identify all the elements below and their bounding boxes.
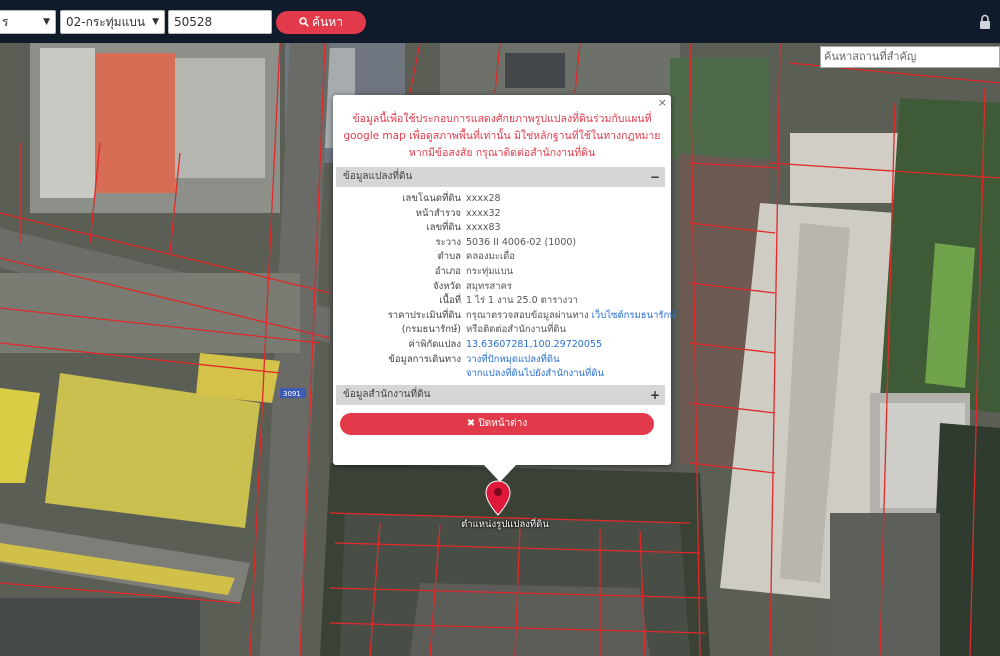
detail-row: เนื้อที่ 1 ไร่ 1 งาน 25.0 ตารางวา bbox=[336, 294, 665, 309]
close-window-label: ปิดหน้าต่าง bbox=[478, 418, 528, 429]
map-marker-icon[interactable] bbox=[485, 480, 511, 516]
lock-icon[interactable] bbox=[978, 14, 992, 30]
close-icon: ✖ bbox=[466, 418, 476, 429]
district-value: 02-กระทุ่มแบน bbox=[66, 15, 146, 29]
parcel-info-popup: × ข้อมูลนี้เพื่อใช้ประกอบการแสดงศักยภาพร… bbox=[333, 95, 676, 465]
close-icon[interactable]: × bbox=[658, 96, 667, 109]
section-title: ข้อมูลสำนักงานที่ดิน bbox=[343, 389, 431, 400]
detail-link[interactable]: 13.63607281,100.29720055 bbox=[466, 339, 602, 350]
chevron-down-icon: ▼ bbox=[152, 17, 159, 27]
detail-row: เลขที่ดิน xxxx83 bbox=[336, 221, 665, 236]
collapse-icon[interactable]: − bbox=[650, 167, 660, 187]
place-search-input[interactable]: ค้นหาสถานที่สำคัญ bbox=[820, 46, 1000, 68]
detail-label: เลขที่ดิน bbox=[426, 222, 462, 234]
detail-row: หน้าสำรวจ xxxx32 bbox=[336, 207, 665, 222]
detail-row: ค่าพิกัดแปลง 13.63607281,100.29720055 bbox=[336, 338, 665, 353]
detail-value-text: สมุทรสาคร bbox=[466, 280, 513, 292]
detail-value: xxxx28 bbox=[466, 192, 501, 207]
detail-label: อำเภอ bbox=[434, 265, 461, 277]
search-button[interactable]: ค้นหา bbox=[276, 11, 366, 34]
detail-value-text: xxxx28 bbox=[466, 193, 501, 204]
parcel-info-section-header[interactable]: ข้อมูลแปลงที่ดิน − bbox=[336, 167, 665, 187]
road-number: 3091 bbox=[283, 390, 301, 398]
detail-link[interactable]: จากแปลงที่ดินไปยังสำนักงานที่ดิน bbox=[466, 368, 604, 379]
close-window-button[interactable]: ✖ ปิดหน้าต่าง bbox=[340, 413, 654, 435]
detail-value: จากแปลงที่ดินไปยังสำนักงานที่ดิน bbox=[466, 367, 604, 382]
detail-value: 13.63607281,100.29720055 bbox=[466, 338, 602, 353]
detail-label: ราคาประเมินที่ดิน bbox=[387, 309, 461, 321]
search-button-label: ค้นหา bbox=[312, 15, 343, 29]
detail-value-text: กระทุ่มแบน bbox=[466, 265, 514, 277]
detail-row: (กรมธนารักษ์) หรือติดต่อสำนักงานที่ดิน bbox=[336, 323, 665, 338]
detail-value: 1 ไร่ 1 งาน 25.0 ตารางวา bbox=[466, 294, 578, 309]
land-office-section-header[interactable]: ข้อมูลสำนักงานที่ดิน + bbox=[336, 385, 665, 405]
detail-value-text: คลองมะเดื่อ bbox=[466, 251, 516, 263]
province-value: ร bbox=[2, 15, 9, 29]
disclaimer-note: ข้อมูลนี้เพื่อใช้ประกอบการแสดงศักยภาพรูป… bbox=[343, 113, 661, 159]
detail-value: คลองมะเดื่อ bbox=[466, 250, 515, 265]
place-search-placeholder: ค้นหาสถานที่สำคัญ bbox=[824, 50, 917, 63]
detail-value-text: หรือติดต่อสำนักงานที่ดิน bbox=[466, 324, 567, 336]
parcel-number-value: 50528 bbox=[174, 15, 213, 29]
detail-value: วางที่ปักหมุดแปลงที่ดิน bbox=[466, 353, 560, 368]
detail-row: ตำบล คลองมะเดื่อ bbox=[336, 250, 665, 265]
detail-label: เลขโฉนดที่ดิน bbox=[402, 193, 461, 204]
detail-value: กรุณาตรวจสอบข้อมูลผ่านทาง เว็บไซต์กรมธนา… bbox=[466, 309, 676, 324]
detail-label: หน้าสำรวจ bbox=[415, 207, 461, 219]
chevron-down-icon: ▼ bbox=[43, 17, 50, 27]
marker-label: ตำแหน่งรูปแปลงที่ดิน bbox=[461, 519, 549, 530]
detail-link[interactable]: วางที่ปักหมุดแปลงที่ดิน bbox=[466, 354, 560, 365]
parcel-number-input[interactable]: 50528 bbox=[168, 10, 272, 34]
detail-label: ตำบล bbox=[437, 251, 461, 263]
detail-row: จากแปลงที่ดินไปยังสำนักงานที่ดิน bbox=[336, 367, 665, 382]
detail-value: หรือติดต่อสำนักงานที่ดิน bbox=[466, 323, 566, 338]
detail-row: ข้อมูลการเดินทาง วางที่ปักหมุดแปลงที่ดิน bbox=[336, 353, 665, 368]
detail-value-text: 5036 II 4006-02 (1000) bbox=[466, 236, 577, 248]
expand-icon[interactable]: + bbox=[650, 385, 660, 405]
detail-link[interactable]: เว็บไซต์กรมธนารักษ์ bbox=[592, 310, 676, 321]
detail-row: จังหวัด สมุทรสาคร bbox=[336, 280, 665, 295]
detail-row: ระวาง 5036 II 4006-02 (1000) bbox=[336, 236, 665, 251]
detail-value: สมุทรสาคร bbox=[466, 280, 512, 295]
detail-value-text: xxxx83 bbox=[466, 222, 501, 234]
detail-value: กระทุ่มแบน bbox=[466, 265, 513, 280]
top-toolbar: ร ▼ 02-กระทุ่มแบน ▼ 50528 ค้นหา bbox=[0, 0, 1000, 43]
detail-label: ค่าพิกัดแปลง bbox=[408, 338, 462, 350]
parcel-details: เลขโฉนดที่ดิน xxxx28 หน้าสำรวจ xxxx32 เลขที่… bbox=[336, 192, 676, 382]
detail-row: ราคาประเมินที่ดิน กรุณาตรวจสอบข้อมูลผ่านท… bbox=[336, 309, 676, 324]
detail-value: xxxx83 bbox=[466, 221, 501, 236]
province-select[interactable]: ร ▼ bbox=[0, 10, 56, 34]
detail-value: xxxx32 bbox=[466, 207, 501, 222]
detail-row: อำเภอ กระทุ่มแบน bbox=[336, 265, 665, 280]
detail-value-text: 1 ไร่ 1 งาน 25.0 ตารางวา bbox=[466, 295, 578, 307]
detail-label: เนื้อที่ bbox=[439, 295, 461, 307]
search-icon bbox=[299, 17, 309, 27]
detail-value-text: กรุณาตรวจสอบข้อมูลผ่านทาง bbox=[466, 309, 589, 321]
section-title: ข้อมูลแปลงที่ดิน bbox=[343, 171, 413, 182]
detail-label: จังหวัด bbox=[433, 280, 461, 292]
detail-value: 5036 II 4006-02 (1000) bbox=[466, 236, 576, 251]
detail-label: ข้อมูลการเดินทาง bbox=[388, 353, 461, 365]
detail-label: ระวาง bbox=[435, 236, 461, 248]
detail-row: เลขโฉนดที่ดิน xxxx28 bbox=[336, 192, 665, 207]
district-select[interactable]: 02-กระทุ่มแบน ▼ bbox=[60, 10, 165, 34]
detail-value-text: xxxx32 bbox=[466, 207, 501, 219]
detail-label: (กรมธนารักษ์) bbox=[401, 324, 461, 336]
